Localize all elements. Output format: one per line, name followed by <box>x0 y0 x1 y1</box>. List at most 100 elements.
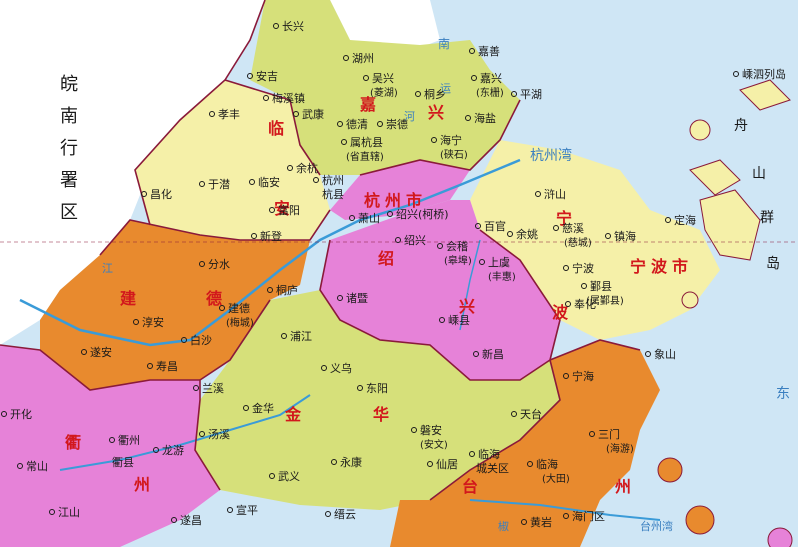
place-label-wukang: 武康 <box>302 107 324 121</box>
place-label-hangzhou: 杭州 <box>322 173 344 187</box>
island-small-2 <box>681 291 699 309</box>
place-label-kuaiji: 会稽 <box>446 239 468 253</box>
place-label-kuaiji-sub: (皋埠) <box>444 254 472 267</box>
place-label-fuyang: 富阳 <box>278 203 300 217</box>
place-label-xianju: 仙居 <box>436 458 458 471</box>
place-label-xuanping: 宣平 <box>236 503 258 517</box>
place-label-changhua: 昌化 <box>150 187 172 201</box>
place-label-suichang: 遂昌 <box>180 513 202 527</box>
region-label: 波 <box>651 257 668 276</box>
place-label-shaoxing-kq: 绍兴(柯桥) <box>396 207 449 221</box>
place-label-chongde: 崇德 <box>386 117 408 131</box>
place-label-yuqian: 于潜 <box>208 177 230 191</box>
place-label-jiangshan: 江山 <box>58 506 80 519</box>
place-label-jiande-sub: (梅城) <box>226 316 254 329</box>
island-group-label: 群 <box>760 210 774 226</box>
map-view[interactable]: 皖 南 行 署 区 嘉 兴 临 安 杭 州 市 建 德 绍 兴 宁 波 宁 波 … <box>0 0 798 547</box>
place-label-dinghai: 定海 <box>674 213 696 227</box>
water-label: 杭州湾 <box>530 147 572 164</box>
place-label-yinxian: 鄞县 <box>590 280 612 293</box>
place-label-yuhang: 余杭 <box>296 161 318 175</box>
place-label-wuyi: 武义 <box>278 470 300 483</box>
place-label-xinshan: 浒山 <box>544 187 566 201</box>
place-label-xiaofeng: 孝丰 <box>218 108 240 121</box>
place-label-yongkang: 永康 <box>340 455 362 469</box>
place-label-pan-an-sub: (安文) <box>420 438 448 451</box>
island-small-1 <box>689 119 711 141</box>
region-label: 宁 <box>630 257 646 276</box>
place-label-ningbo: 宁波 <box>572 261 594 275</box>
place-label-huangyan: 黄岩 <box>530 515 552 529</box>
side-label-char: 行 <box>60 138 78 159</box>
place-label-cixi: 慈溪 <box>562 221 584 235</box>
place-label-linhai: 临海 <box>478 447 500 461</box>
place-label-wuxing-sub: (菱湖) <box>370 87 398 99</box>
place-label-haining: 海宁 <box>440 133 462 147</box>
map-canvas: 皖 南 行 署 区 嘉 兴 临 安 杭 州 市 建 德 绍 兴 宁 波 宁 波 … <box>0 0 798 547</box>
place-label-baisha: 白沙 <box>190 333 212 347</box>
island-small-3 <box>657 457 683 483</box>
place-label-pujiang: 浦江 <box>290 330 312 343</box>
place-label-yuyao: 余姚 <box>516 227 538 241</box>
place-label-shangyu: 上虞 <box>488 255 510 269</box>
place-label-cixi-sub: (慈城) <box>564 236 592 249</box>
place-label-fenghua: 奉化 <box>574 297 596 311</box>
place-label-jinyun: 缙云 <box>334 507 356 521</box>
island-small-5 <box>767 527 793 547</box>
place-label-lin-an: 临安 <box>258 175 280 189</box>
place-label-anji: 安吉 <box>256 69 278 83</box>
region-label: 杭 <box>364 191 380 210</box>
place-label-hangxian: 杭县 <box>322 187 344 201</box>
place-label-xiangshan: 象山 <box>654 348 676 361</box>
region-label: 华 <box>373 405 389 424</box>
place-label-sanmen: 三门 <box>598 427 620 441</box>
place-label-dongyang: 东阳 <box>366 382 388 395</box>
side-label-char: 南 <box>60 106 78 127</box>
place-label-haining-sub: (硖石) <box>440 148 468 161</box>
place-label-jiashan: 嘉善 <box>478 44 500 58</box>
water-label: 东 <box>776 386 790 402</box>
place-label-meixi: 梅溪镇 <box>272 91 305 105</box>
island-group-label: 舟 <box>734 118 748 134</box>
place-label-jiande: 建德 <box>228 301 250 315</box>
side-label-char: 区 <box>60 202 78 223</box>
place-label-shengsi: 嵊泗列岛 <box>742 67 786 81</box>
place-label-kaihua: 开化 <box>10 407 32 421</box>
region-label: 州 <box>614 477 631 496</box>
region-label: 台 <box>462 477 478 496</box>
place-label-linhai2-sub: (大田) <box>542 472 570 485</box>
place-label-jinhua: 金华 <box>252 401 274 415</box>
place-label-shuhangxian-sub: (省直辖) <box>346 150 384 163</box>
region-label: 州 <box>133 475 150 494</box>
place-label-shengxian: 嵊县 <box>448 314 470 327</box>
place-label-tongxiang: 桐乡 <box>424 87 446 101</box>
place-label-fenshui: 分水 <box>208 258 230 271</box>
place-label-longyou: 龙游 <box>162 444 184 457</box>
place-label-linhai2: 临海 <box>536 457 558 471</box>
place-label-xiaoshan: 萧山 <box>358 212 380 225</box>
place-label-xinchang: 新昌 <box>482 347 504 361</box>
place-label-jiaxing: 嘉兴 <box>480 71 502 85</box>
place-label-huzhou: 湖州 <box>352 52 374 65</box>
region-label: 临 <box>268 119 284 138</box>
place-label-suian: 遂安 <box>90 345 112 359</box>
water-label: 椒 <box>498 519 509 533</box>
place-label-quxian: 衢县 <box>112 456 134 469</box>
place-label-xindeng: 新登 <box>260 229 282 243</box>
place-label-jiaxing-sub: (东栅) <box>476 86 504 99</box>
island-group-label: 岛 <box>766 256 780 272</box>
place-label-changshan: 常山 <box>26 460 48 473</box>
place-label-wuxing: 吴兴 <box>372 72 394 85</box>
place-label-chun-an: 淳安 <box>142 315 164 329</box>
place-label-tonglu: 桐庐 <box>276 283 298 297</box>
side-label-char: 署 <box>60 170 78 191</box>
place-label-changxing: 长兴 <box>282 20 304 33</box>
place-label-ninghai: 宁海 <box>572 369 594 383</box>
place-label-shaoxing: 绍兴 <box>404 233 426 247</box>
place-label-shuhangxian: 属杭县 <box>350 135 383 149</box>
place-label-tiantai: 天台 <box>520 407 542 421</box>
place-label-zhuji: 诸暨 <box>346 292 368 305</box>
place-label-shouchang: 寿昌 <box>156 359 178 373</box>
island-group-label: 山 <box>752 166 766 182</box>
region-label: 德 <box>206 289 222 308</box>
